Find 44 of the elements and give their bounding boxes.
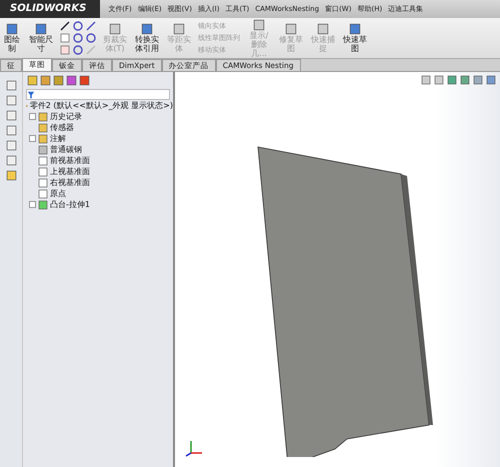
toolbar-icon — [6, 170, 16, 181]
tree-item[interactable]: 上视基准面 — [50, 166, 90, 177]
tree-item[interactable]: 普通碳钢 — [50, 144, 82, 155]
tool-icon — [35, 23, 47, 35]
ribbon-button[interactable]: 转换实体引用 — [134, 23, 160, 53]
toolbar-icon — [6, 110, 16, 121]
tool-icon — [109, 23, 121, 35]
tree-root[interactable]: 零件2 (默认<<默认>_外观 显示状态>) — [30, 100, 173, 111]
filter-icon[interactable] — [27, 90, 35, 98]
ribbon-button[interactable]: 快速草图 — [342, 23, 368, 53]
rectangle-icon — [60, 33, 70, 43]
line-icon — [60, 21, 70, 31]
expand-icon[interactable] — [29, 201, 36, 208]
axis-triad-icon — [185, 439, 203, 457]
tree-item[interactable]: 传感器 — [50, 122, 74, 133]
ribbon-button[interactable]: 图绘制 — [2, 23, 22, 53]
panel-tab-icon — [66, 75, 77, 86]
app-logo: SOLIDWORKS — [0, 0, 100, 18]
expand-icon[interactable] — [29, 113, 36, 120]
toolbar-icon — [6, 80, 16, 91]
tree-item[interactable]: 右视基准面 — [50, 177, 90, 188]
toolbar-icon — [6, 125, 16, 136]
tool-icon — [173, 23, 185, 35]
panel-tab-icon — [40, 75, 51, 86]
panel-tab-icon — [27, 75, 38, 86]
expand-icon[interactable] — [29, 135, 36, 142]
tree-item[interactable]: 原点 — [50, 188, 66, 199]
tool-icon — [349, 23, 361, 35]
tree-item[interactable]: 凸台-拉伸1 — [50, 199, 90, 210]
tool-icon — [253, 18, 265, 30]
toolbar-icon — [6, 155, 16, 166]
tree-item[interactable]: 前视基准面 — [50, 155, 90, 166]
circle-icon — [73, 21, 83, 31]
tool-icon — [285, 23, 297, 35]
toolbar-icon — [6, 95, 16, 106]
tree-item[interactable]: 注解 — [50, 133, 66, 144]
tool-icon — [317, 23, 329, 35]
ribbon-button[interactable]: 智能尺寸 — [28, 23, 54, 53]
panel-tab-icon — [79, 75, 90, 86]
toolbar-icon — [6, 140, 16, 151]
tool-icon — [141, 23, 153, 35]
tool-icon — [6, 23, 18, 35]
panel-tab-icon — [53, 75, 64, 86]
tree-item[interactable]: 历史记录 — [50, 111, 82, 122]
